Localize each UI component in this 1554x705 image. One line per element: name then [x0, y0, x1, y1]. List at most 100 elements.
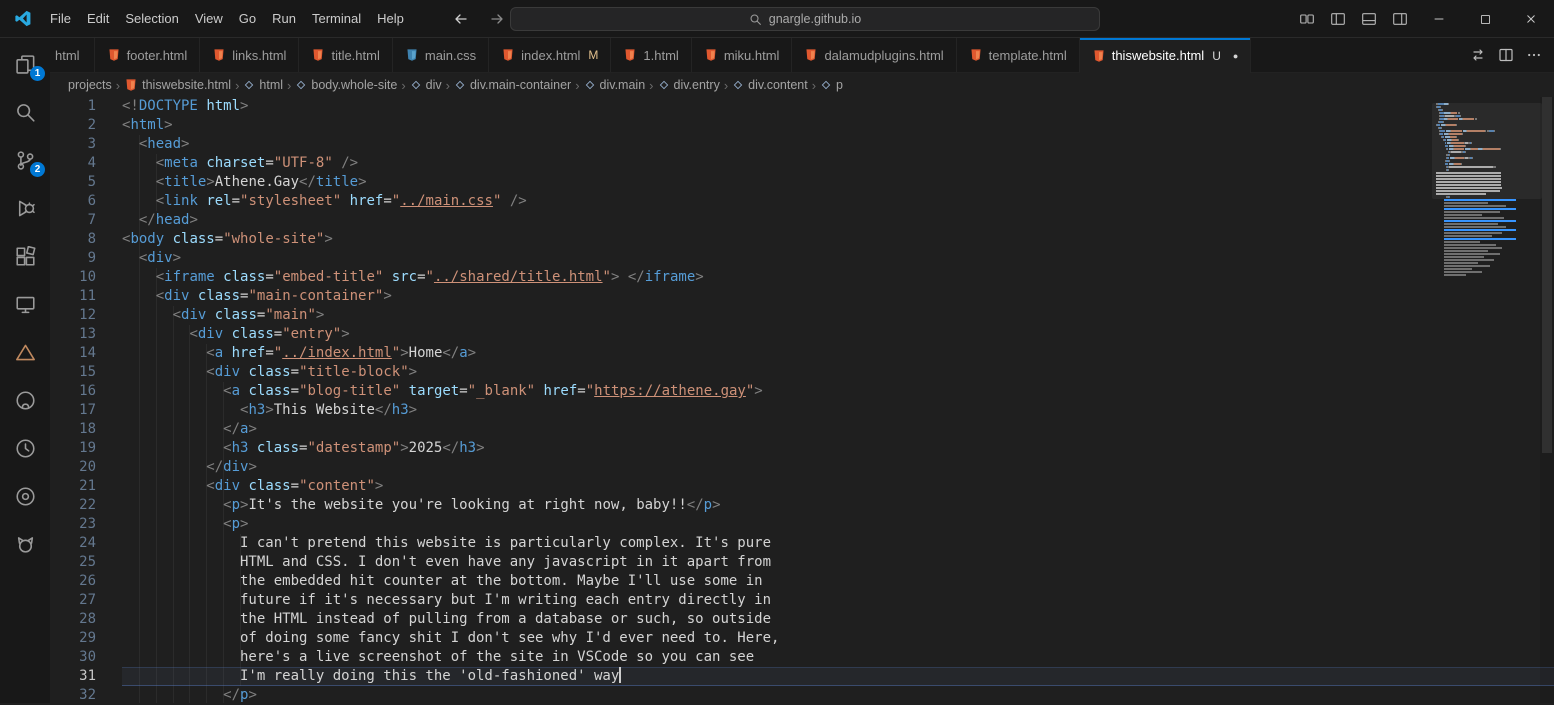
open-changes-button[interactable]	[1470, 47, 1486, 63]
code-line-6[interactable]: <link rel="stylesheet" href="../main.css…	[122, 192, 1554, 211]
tab-miku.html[interactable]: miku.html	[692, 38, 793, 72]
breadcrumb-projects[interactable]: projects	[68, 78, 112, 92]
tab-1.html[interactable]: 1.html	[611, 38, 691, 72]
code-line-27[interactable]: future if it's necessary but I'm writing…	[122, 591, 1554, 610]
vertical-scrollbar[interactable]	[1540, 97, 1554, 703]
code-line-1[interactable]: <!DOCTYPE html>	[122, 97, 1554, 116]
tab-thiswebsite.html[interactable]: thiswebsite.htmlU●	[1080, 38, 1252, 73]
command-center-search[interactable]: gnargle.github.io	[510, 7, 1100, 31]
maximize-button[interactable]	[1462, 0, 1508, 38]
menu-run[interactable]: Run	[264, 7, 304, 30]
code-line-22[interactable]: <p>It's the website you're looking at ri…	[122, 496, 1554, 515]
code-line-3[interactable]: <head>	[122, 135, 1554, 154]
code-line-11[interactable]: <div class="main-container">	[122, 287, 1554, 306]
code-line-28[interactable]: the HTML instead of pulling from a datab…	[122, 610, 1554, 629]
code-line-19[interactable]: <h3 class="datestamp">2025</h3>	[122, 439, 1554, 458]
forward-arrow-icon[interactable]	[486, 8, 508, 30]
code-line-25[interactable]: HTML and CSS. I don't even have any java…	[122, 553, 1554, 572]
menu-go[interactable]: Go	[231, 7, 264, 30]
tab-main.css[interactable]: main.css	[393, 38, 489, 72]
activity-remote-explorer[interactable]	[1, 287, 49, 321]
code-line-31[interactable]: I'm really doing this the 'old-fashioned…	[122, 667, 1554, 686]
code-line-24[interactable]: I can't pretend this website is particul…	[122, 534, 1554, 553]
menu-help[interactable]: Help	[369, 7, 412, 30]
toggle-sidebar-icon[interactable]	[1330, 11, 1346, 27]
code-line-14[interactable]: <a href="../index.html">Home</a>	[122, 344, 1554, 363]
menu-file[interactable]: File	[42, 7, 79, 30]
split-editor-button[interactable]	[1498, 47, 1514, 63]
minimap-slider[interactable]	[1432, 103, 1542, 199]
code-line-7[interactable]: </head>	[122, 211, 1554, 230]
activity-pets[interactable]	[1, 527, 49, 561]
tab-title.html[interactable]: title.html	[299, 38, 392, 72]
code-line-5[interactable]: <title>Athene.Gay</title>	[122, 173, 1554, 192]
activity-extension-circle[interactable]	[1, 479, 49, 513]
breadcrumb-body.whole-site[interactable]: body.whole-site	[295, 78, 397, 92]
menu-view[interactable]: View	[187, 7, 231, 30]
activity-extension-triangle[interactable]	[1, 335, 49, 369]
code-line-21[interactable]: <div class="content">	[122, 477, 1554, 496]
toggle-secondary-sidebar-icon[interactable]	[1392, 11, 1408, 27]
close-button[interactable]	[1508, 0, 1554, 38]
activity-timeline[interactable]	[1, 431, 49, 465]
code-line-26[interactable]: the embedded hit counter at the bottom. …	[122, 572, 1554, 591]
breadcrumb-div.entry[interactable]: div.entry	[658, 78, 720, 92]
activity-run-debug[interactable]	[1, 191, 49, 225]
tab-label: html	[55, 48, 80, 63]
tab-footer.html[interactable]: footer.html	[95, 38, 201, 72]
code-line-9[interactable]: <div>	[122, 249, 1554, 268]
code-line-23[interactable]: <p>	[122, 515, 1554, 534]
menu-selection[interactable]: Selection	[117, 7, 186, 30]
breadcrumb-div[interactable]: div	[410, 78, 442, 92]
code-line-13[interactable]: <div class="entry">	[122, 325, 1554, 344]
tab-links.html[interactable]: links.html	[200, 38, 299, 72]
code-line-8[interactable]: <body class="whole-site">	[122, 230, 1554, 249]
code-line-17[interactable]: <h3>This Website</h3>	[122, 401, 1554, 420]
scrollbar-thumb[interactable]	[1542, 97, 1552, 453]
code-line-12[interactable]: <div class="main">	[122, 306, 1554, 325]
activity-source-control[interactable]: 2	[1, 143, 49, 177]
nav-arrows	[450, 0, 508, 38]
open-changes-icon	[1470, 47, 1486, 63]
tab-dalamudplugins.html[interactable]: dalamudplugins.html	[792, 38, 956, 72]
toggle-panel-icon[interactable]	[1361, 11, 1377, 27]
more-actions-button[interactable]	[1526, 47, 1542, 63]
editor: 1234567891011121314151617181920212223242…	[50, 97, 1554, 703]
menu-terminal[interactable]: Terminal	[304, 7, 369, 30]
code-line-30[interactable]: here's a live screenshot of the site in …	[122, 648, 1554, 667]
breadcrumb-thiswebsite.html[interactable]: thiswebsite.html	[124, 78, 231, 92]
code-line-16[interactable]: <a class="blog-title" target="_blank" hr…	[122, 382, 1554, 401]
breadcrumb-p[interactable]: p	[820, 78, 843, 92]
activity-extensions[interactable]	[1, 239, 49, 273]
history-icon	[15, 438, 36, 459]
tab-index.html[interactable]: index.htmlM	[489, 38, 611, 72]
activity-github[interactable]	[1, 383, 49, 417]
breadcrumb-html[interactable]: html	[243, 78, 283, 92]
minimize-button[interactable]	[1416, 0, 1462, 38]
customize-layout-icon[interactable]	[1299, 11, 1315, 27]
line-number: 17	[50, 401, 96, 420]
code-line-20[interactable]: </div>	[122, 458, 1554, 477]
tab-template.html[interactable]: template.html	[957, 38, 1080, 72]
code-line-4[interactable]: <meta charset="UTF-8" />	[122, 154, 1554, 173]
code-line-29[interactable]: of doing some fancy shit I don't see why…	[122, 629, 1554, 648]
line-number: 6	[50, 192, 96, 211]
breadcrumb-div.main-container[interactable]: div.main-container	[454, 78, 571, 92]
code-line-2[interactable]: <html>	[122, 116, 1554, 135]
menu-edit[interactable]: Edit	[79, 7, 117, 30]
symbol-icon	[243, 79, 255, 91]
code-line-10[interactable]: <iframe class="embed-title" src="../shar…	[122, 268, 1554, 287]
code-area[interactable]: <!DOCTYPE html><html> <head> <meta chars…	[96, 97, 1554, 703]
modified-dot-icon[interactable]: ●	[1233, 51, 1238, 61]
activity-search[interactable]	[1, 95, 49, 129]
code-line-18[interactable]: </a>	[122, 420, 1554, 439]
code-line-32[interactable]: </p>	[122, 686, 1554, 703]
breadcrumb-div.main[interactable]: div.main	[584, 78, 646, 92]
activity-explorer[interactable]: 1	[1, 47, 49, 81]
tab-html[interactable]: html	[50, 38, 95, 72]
breadcrumb-div.content[interactable]: div.content	[732, 78, 808, 92]
code-line-15[interactable]: <div class="title-block">	[122, 363, 1554, 382]
back-arrow-icon[interactable]	[450, 8, 472, 30]
line-number: 7	[50, 211, 96, 230]
minimap[interactable]	[1436, 103, 1538, 277]
